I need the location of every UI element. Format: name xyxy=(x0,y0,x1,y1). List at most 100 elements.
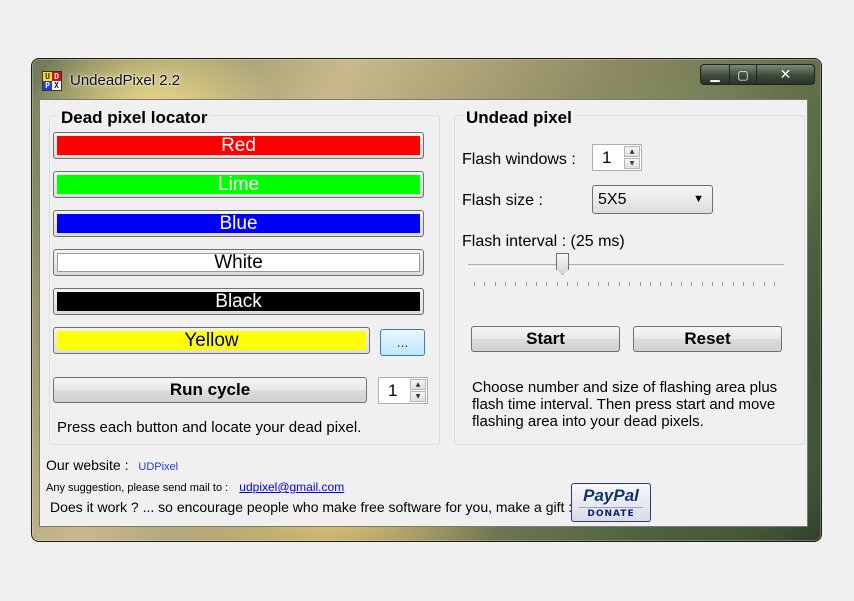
flash-size-select[interactable]: 5X5 ▼ xyxy=(592,185,713,214)
white-button[interactable]: White xyxy=(53,249,424,276)
paypal-logo: PayPal xyxy=(583,486,639,505)
cycle-down-arrow-icon[interactable]: ▼ xyxy=(410,391,426,402)
slider-tick xyxy=(743,282,744,286)
slider-tick xyxy=(753,282,754,286)
flash-windows-label: Flash windows : xyxy=(462,151,576,168)
logo-letter-u: U xyxy=(43,72,52,81)
slider-tick xyxy=(515,282,516,286)
red-button[interactable]: Red xyxy=(53,132,424,159)
cycle-count-arrows: ▲ ▼ xyxy=(410,379,426,402)
slider-thumb[interactable] xyxy=(556,253,569,275)
slider-tick xyxy=(526,282,527,286)
slider-tick xyxy=(681,282,682,286)
window-title: UndeadPixel 2.2 xyxy=(70,72,181,89)
logo-letter-p: P xyxy=(43,81,52,90)
locator-title: Dead pixel locator xyxy=(58,108,211,128)
minimize-button[interactable]: ▁ xyxy=(700,64,730,85)
lime-button[interactable]: Lime xyxy=(53,171,424,198)
slider-tick xyxy=(546,282,547,286)
paypal-donate-button[interactable]: PayPal DONATE xyxy=(571,483,651,522)
slider-tick xyxy=(567,282,568,286)
flash-size-value: 5X5 xyxy=(598,191,627,208)
logo-letter-x: X xyxy=(52,81,61,90)
black-label: Black xyxy=(215,290,262,312)
slider-ticks xyxy=(474,282,775,287)
slider-tick xyxy=(671,282,672,286)
red-label: Red xyxy=(221,134,256,156)
black-swatch: Black xyxy=(57,290,420,312)
slider-tick xyxy=(577,282,578,286)
blue-swatch: Blue xyxy=(57,212,420,234)
run-cycle-button[interactable]: Run cycle xyxy=(53,377,367,403)
flash-windows-stepper[interactable]: 1 ▲ ▼ xyxy=(592,144,642,171)
white-label: White xyxy=(214,251,263,273)
slider-tick xyxy=(691,282,692,286)
lime-swatch: Lime xyxy=(57,173,420,195)
website-link[interactable]: UDPixel xyxy=(138,461,178,473)
slider-tick xyxy=(660,282,661,286)
slider-tick xyxy=(640,282,641,286)
mail-row: Any suggestion, please send mail to : ud… xyxy=(46,480,344,494)
custom-color-button[interactable]: ... xyxy=(380,329,425,356)
slider-tick xyxy=(702,282,703,286)
mail-label: Any suggestion, please send mail to : xyxy=(46,482,229,494)
lime-label: Lime xyxy=(217,173,260,195)
gift-text: Does it work ? ... so encourage people w… xyxy=(50,499,573,515)
flash-interval-slider[interactable] xyxy=(468,240,784,286)
slider-tick xyxy=(484,282,485,286)
slider-tick xyxy=(474,282,475,286)
slider-track[interactable] xyxy=(468,264,784,267)
reset-button[interactable]: Reset xyxy=(633,326,782,352)
cycle-count-value[interactable]: 1 xyxy=(388,381,397,401)
start-button[interactable]: Start xyxy=(471,326,620,352)
blue-label: Blue xyxy=(219,212,258,234)
flash-size-label: Flash size : xyxy=(462,192,543,209)
slider-tick xyxy=(712,282,713,286)
slider-tick xyxy=(650,282,651,286)
flash-windows-up-arrow-icon[interactable]: ▲ xyxy=(624,146,640,157)
slider-tick xyxy=(588,282,589,286)
chevron-down-icon: ▼ xyxy=(693,193,704,205)
app-logo-icon: U D P X xyxy=(42,71,62,91)
app-window: U D P X UndeadPixel 2.2 ▁ ▢ ✕ Dead pixel… xyxy=(31,58,822,542)
minimize-icon: ▁ xyxy=(710,67,720,82)
client-area: Dead pixel locator Red Lime Blue White B… xyxy=(39,99,808,527)
slider-tick xyxy=(774,282,775,286)
slider-tick xyxy=(764,282,765,286)
yellow-button[interactable]: Yellow xyxy=(53,327,370,354)
undead-title: Undead pixel xyxy=(463,108,575,128)
slider-tick xyxy=(619,282,620,286)
close-icon: ✕ xyxy=(779,66,792,83)
website-row: Our website : UDPixel xyxy=(46,457,178,473)
black-button[interactable]: Black xyxy=(53,288,424,315)
cycle-count-stepper[interactable]: 1 ▲ ▼ xyxy=(378,377,428,404)
slider-tick xyxy=(505,282,506,286)
slider-tick xyxy=(557,282,558,286)
flash-windows-arrows: ▲ ▼ xyxy=(624,146,640,169)
slider-tick xyxy=(722,282,723,286)
logo-letter-d: D xyxy=(52,72,61,81)
slider-tick xyxy=(629,282,630,286)
slider-tick xyxy=(536,282,537,286)
yellow-swatch: Yellow xyxy=(57,329,366,351)
window-controls: ▁ ▢ ✕ xyxy=(700,64,815,86)
yellow-label: Yellow xyxy=(184,329,239,351)
locator-hint: Press each button and locate your dead p… xyxy=(57,419,362,436)
slider-tick xyxy=(598,282,599,286)
cycle-up-arrow-icon[interactable]: ▲ xyxy=(410,379,426,390)
mail-link[interactable]: udpixel@gmail.com xyxy=(239,480,344,494)
close-button[interactable]: ✕ xyxy=(757,64,815,85)
blue-button[interactable]: Blue xyxy=(53,210,424,237)
slider-tick xyxy=(733,282,734,286)
maximize-icon: ▢ xyxy=(737,67,749,82)
white-swatch: White xyxy=(57,251,420,273)
slider-tick xyxy=(608,282,609,286)
website-label: Our website : xyxy=(46,457,129,473)
red-swatch: Red xyxy=(57,134,420,156)
undead-description: Choose number and size of flashing area … xyxy=(472,379,778,430)
flash-windows-value[interactable]: 1 xyxy=(602,148,611,168)
maximize-button[interactable]: ▢ xyxy=(730,64,757,85)
title-bar[interactable]: U D P X UndeadPixel 2.2 ▁ ▢ ✕ xyxy=(32,59,821,99)
donate-label: DONATE xyxy=(579,507,643,520)
flash-windows-down-arrow-icon[interactable]: ▼ xyxy=(624,158,640,169)
